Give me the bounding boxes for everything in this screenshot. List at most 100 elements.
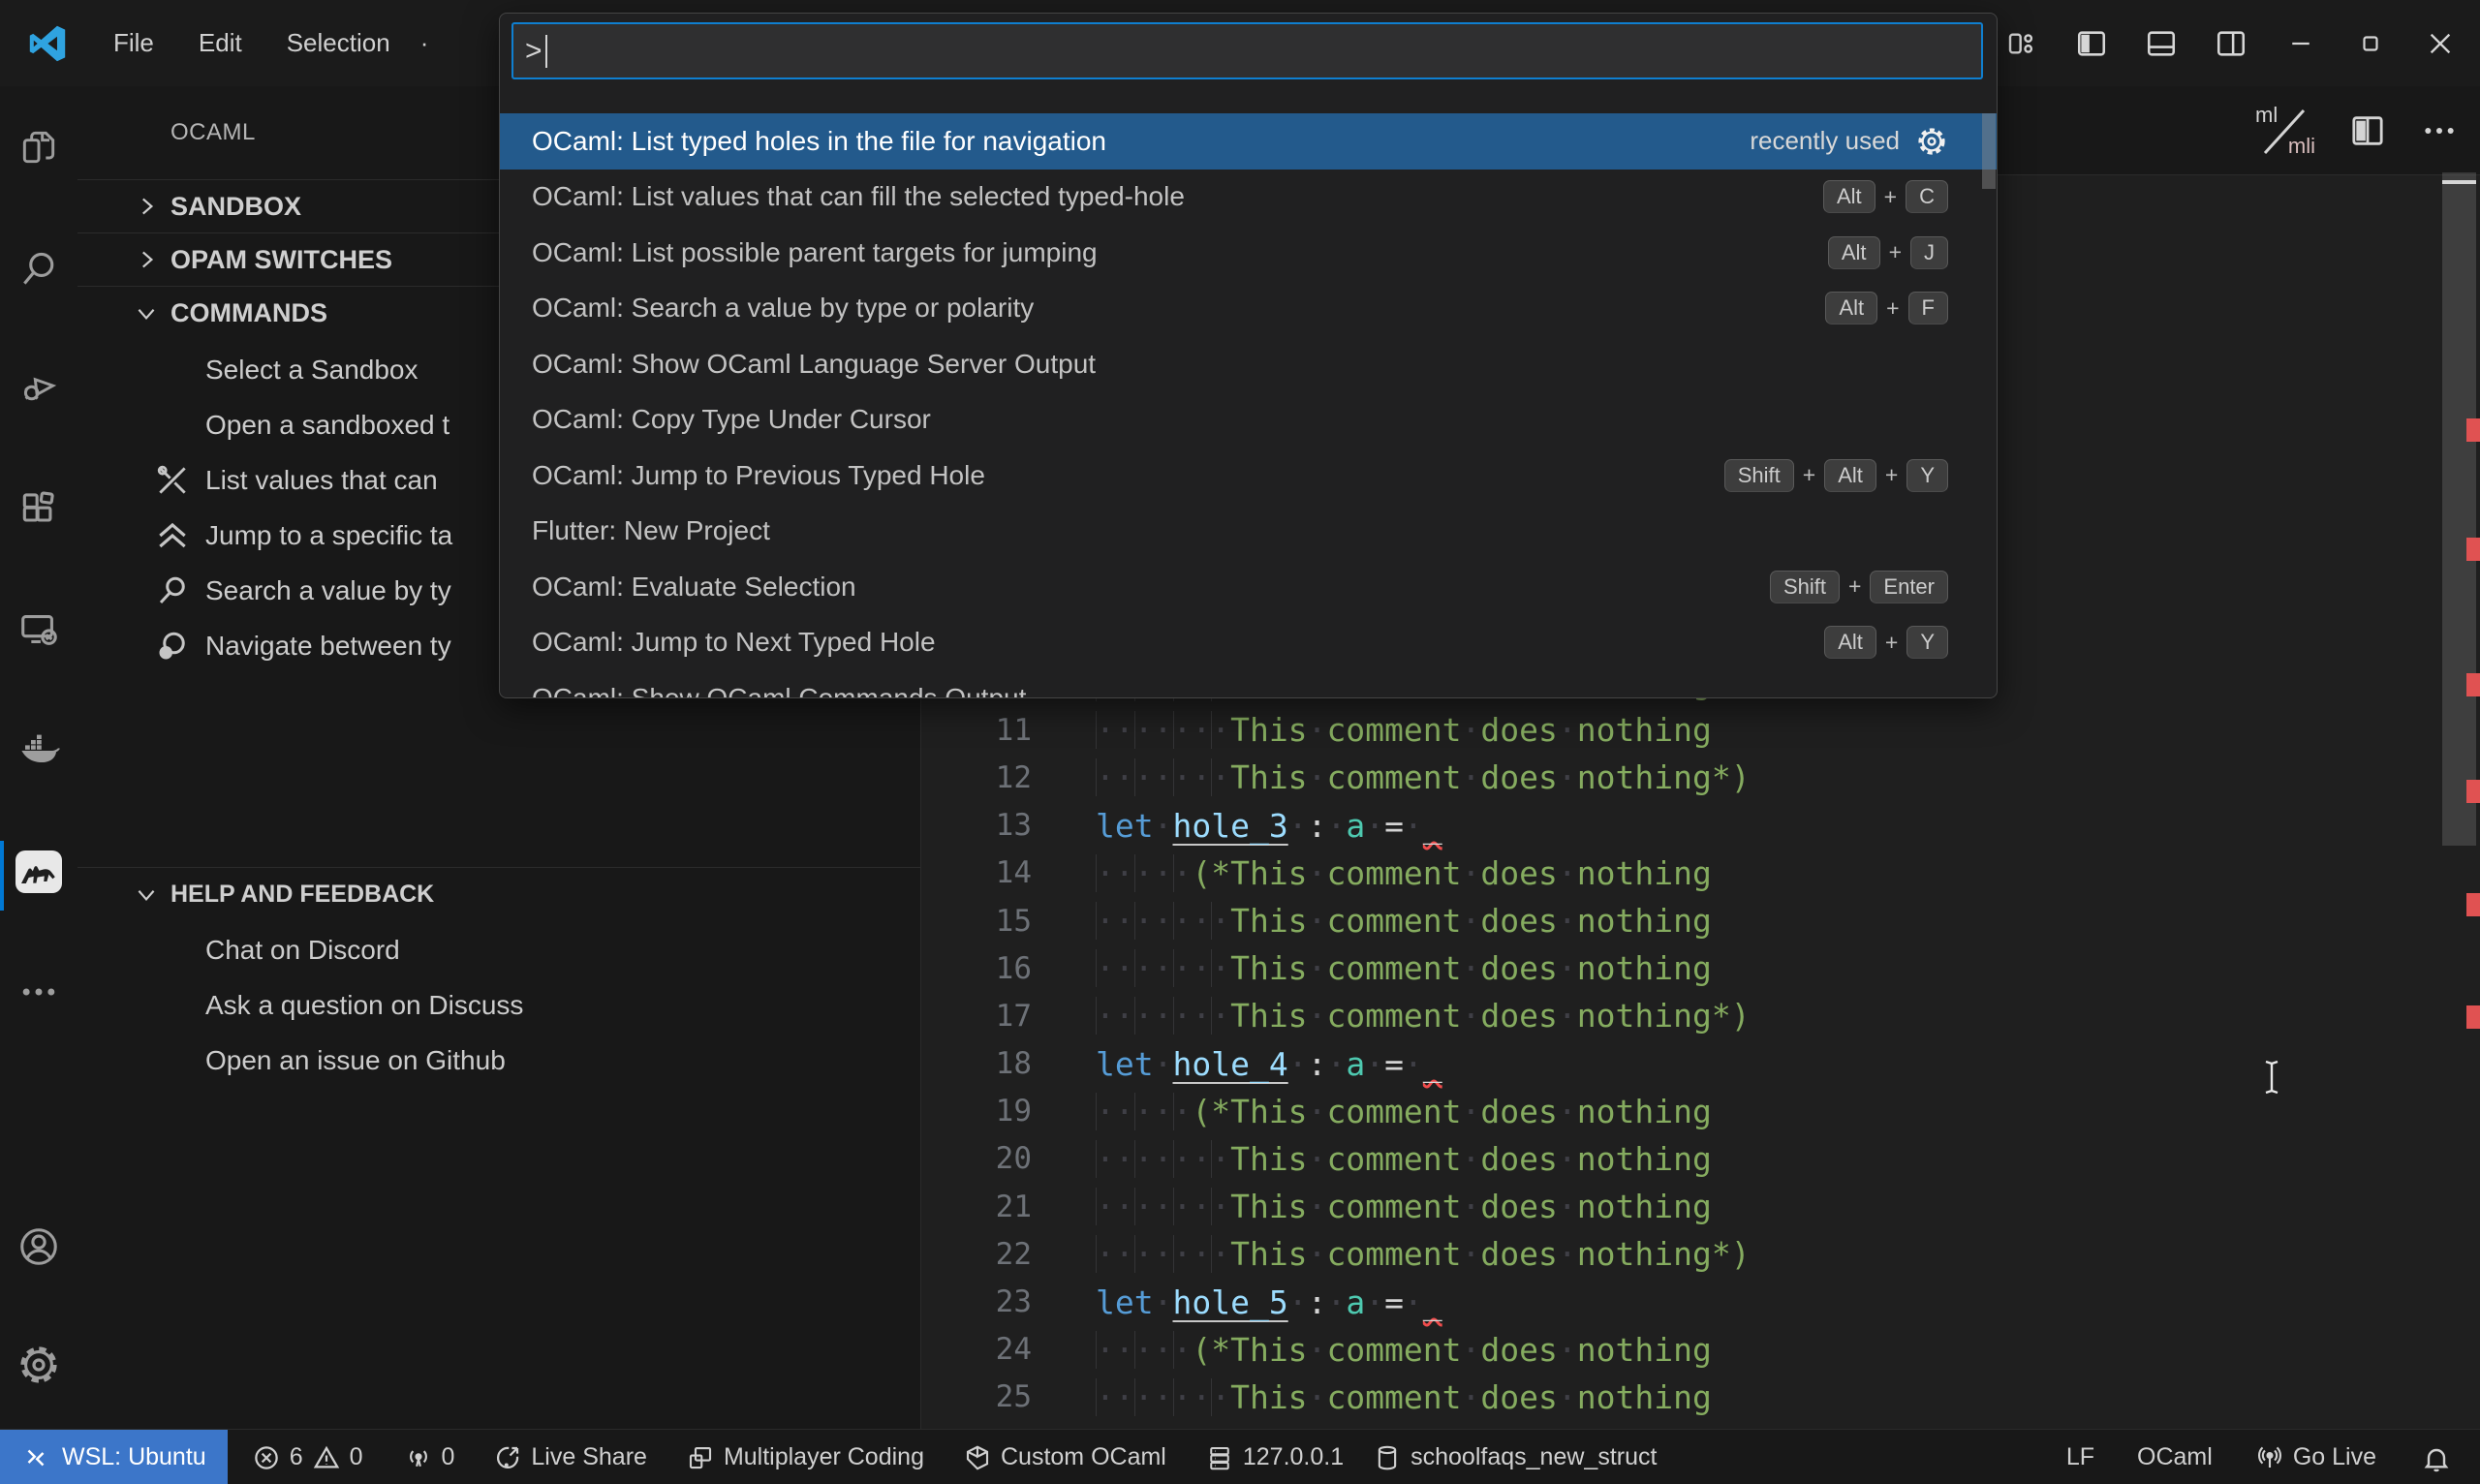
- toggle-secondary-sidebar-icon[interactable]: [2209, 21, 2253, 66]
- row-label: OCaml: List values that can fill the sel…: [532, 181, 1185, 212]
- palette-row-jump-next-hole[interactable]: OCaml: Jump to Next Typed Hole Alt + Y: [500, 615, 1997, 671]
- more-actions-icon[interactable]: [2420, 111, 2459, 150]
- palette-row-show-commands-output[interactable]: OCaml: Show OCaml Commands Output: [500, 670, 1997, 698]
- row-label: OCaml: Evaluate Selection: [532, 571, 856, 602]
- live-share-icon: [493, 1443, 522, 1472]
- palette-row-list-typed-holes[interactable]: OCaml: List typed holes in the file for …: [500, 113, 1997, 170]
- command-list: OCaml: List typed holes in the file for …: [500, 113, 1997, 698]
- live-share-button[interactable]: Live Share: [479, 1430, 662, 1484]
- editor-scrollbar-thumb[interactable]: [2442, 172, 2476, 846]
- remote-indicator[interactable]: WSL: Ubuntu: [0, 1430, 228, 1484]
- palette-scrollbar-thumb[interactable]: [1982, 113, 1996, 189]
- minimize-button[interactable]: [2278, 21, 2323, 66]
- palette-row-evaluate-selection[interactable]: OCaml: Evaluate Selection Shift + Enter: [500, 559, 1997, 615]
- sidebar-title: OCAML: [170, 119, 256, 145]
- code-line: 25 ·······This·comment·does·nothing: [921, 1374, 2480, 1421]
- text-caret: [544, 34, 547, 68]
- menu-file[interactable]: File: [91, 18, 176, 68]
- palette-row-jump-previous-hole[interactable]: OCaml: Jump to Previous Typed Hole Shift…: [500, 448, 1997, 504]
- section-label: HELP AND FEEDBACK: [170, 880, 435, 908]
- palette-row-flutter-new-project[interactable]: Flutter: New Project: [500, 504, 1997, 560]
- toggle-panel-icon[interactable]: [2139, 21, 2184, 66]
- command-input[interactable]: >: [512, 22, 1983, 79]
- toggle-primary-sidebar-icon[interactable]: [2069, 21, 2114, 66]
- remote-label: WSL: Ubuntu: [62, 1443, 206, 1470]
- code-line: 14 ·····(*This·comment·does·nothing: [921, 850, 2480, 897]
- custom-ocaml-button[interactable]: Custom OCaml: [948, 1430, 1181, 1484]
- configure-keybinding-gear-icon[interactable]: [1915, 125, 1948, 158]
- customize-layout-icon[interactable]: [2000, 21, 2044, 66]
- item-label: Navigate between ty: [205, 631, 451, 661]
- error-marker: [2466, 780, 2480, 803]
- chevron-down-icon: [138, 309, 155, 321]
- activity-bar: [0, 86, 78, 1429]
- line-number: 17: [995, 998, 1032, 1034]
- line-number: 25: [995, 1379, 1032, 1415]
- code-line: 16 ·······This·comment·does·nothing: [921, 944, 2480, 992]
- remote-explorer-icon[interactable]: [0, 591, 78, 668]
- row-label: OCaml: Copy Type Under Cursor: [532, 404, 931, 435]
- code-line: 21 ·······This·comment·does·nothing: [921, 1183, 2480, 1230]
- row-label: OCaml: List possible parent targets for …: [532, 236, 1098, 267]
- error-marker: [2466, 893, 2480, 916]
- item-label: Open an issue on Github: [205, 1045, 506, 1075]
- palette-row-copy-type[interactable]: OCaml: Copy Type Under Cursor: [500, 392, 1997, 448]
- docker-icon[interactable]: [0, 711, 78, 788]
- language-mode[interactable]: OCaml: [2123, 1430, 2227, 1484]
- problems-indicator[interactable]: 6 0: [237, 1430, 378, 1484]
- search-icon[interactable]: [0, 231, 78, 308]
- double-chevron-up-icon: [153, 516, 192, 555]
- go-live-label: Go Live: [2292, 1443, 2376, 1470]
- line-number: 18: [995, 1046, 1032, 1082]
- database-button[interactable]: schoolfaqs_new_struct: [1358, 1430, 1671, 1484]
- extensions-icon[interactable]: [0, 471, 78, 548]
- chevron-right-icon: [142, 251, 154, 268]
- settings-gear-icon[interactable]: [0, 1326, 78, 1404]
- section-help-feedback[interactable]: HELP AND FEEDBACK: [78, 868, 920, 920]
- section-label: OPAM SWITCHES: [170, 244, 392, 274]
- database-label: schoolfaqs_new_struct: [1410, 1443, 1658, 1470]
- error-marker: [2466, 673, 2480, 696]
- ocaml-extension-icon[interactable]: [0, 833, 78, 911]
- maximize-button[interactable]: [2348, 21, 2393, 66]
- multiplayer-coding-button[interactable]: Multiplayer Coding: [671, 1430, 939, 1484]
- notifications-bell[interactable]: [2406, 1430, 2466, 1484]
- explorer-icon[interactable]: [0, 108, 78, 186]
- row-label: OCaml: Show OCaml Commands Output: [532, 682, 1027, 698]
- keybinding: Alt + C: [1822, 180, 1948, 214]
- ports-indicator[interactable]: 0: [389, 1430, 470, 1484]
- status-bar-right: LF OCaml Go Live: [2052, 1430, 2480, 1484]
- windows-icon: [686, 1443, 715, 1472]
- row-label: OCaml: Jump to Next Typed Hole: [532, 627, 936, 658]
- palette-row-parent-targets[interactable]: OCaml: List possible parent targets for …: [500, 225, 1997, 281]
- menu-overflow-dot[interactable]: ·: [413, 18, 437, 68]
- palette-row-list-values[interactable]: OCaml: List values that can fill the sel…: [500, 170, 1997, 226]
- palette-row-search-value[interactable]: OCaml: Search a value by type or polarit…: [500, 281, 1997, 337]
- row-label: OCaml: Search a value by type or polarit…: [532, 293, 1035, 324]
- menu-edit[interactable]: Edit: [176, 18, 264, 68]
- server-host-button[interactable]: 127.0.0.1: [1191, 1430, 1358, 1484]
- close-button[interactable]: [2418, 21, 2463, 66]
- split-editor-icon[interactable]: [2348, 111, 2387, 150]
- item-label: Select a Sandbox: [205, 355, 418, 385]
- switch-ml-mli-button[interactable]: ml mli: [2253, 103, 2315, 159]
- keybinding: Shift + Enter: [1769, 570, 1948, 603]
- menu-selection[interactable]: Selection: [264, 18, 413, 68]
- recently-used-label: recently used: [1750, 126, 1900, 156]
- keybinding: Shift + Alt + Y: [1723, 458, 1948, 492]
- palette-row-show-lsp-output[interactable]: OCaml: Show OCaml Language Server Output: [500, 336, 1997, 392]
- ports-count: 0: [441, 1443, 455, 1470]
- scrollbar-position-line: [2442, 180, 2476, 184]
- more-views-icon[interactable]: [0, 953, 78, 1031]
- eol-indicator[interactable]: LF: [2052, 1430, 2109, 1484]
- code-line: 11 ·······This·comment·does·nothing: [921, 706, 2480, 754]
- run-debug-icon[interactable]: [0, 349, 78, 426]
- remote-icon: [21, 1443, 50, 1472]
- status-bar: WSL: Ubuntu 6 0 0 Live Share Multiplayer…: [0, 1429, 2480, 1484]
- section-label: SANDBOX: [170, 191, 302, 221]
- code-line: 23 let·hole_5·:·a·=·_: [921, 1278, 2480, 1325]
- line-number: 16: [995, 950, 1032, 986]
- broadcast-icon: [404, 1443, 433, 1472]
- go-live-button[interactable]: Go Live: [2241, 1430, 2391, 1484]
- account-icon[interactable]: [0, 1208, 78, 1285]
